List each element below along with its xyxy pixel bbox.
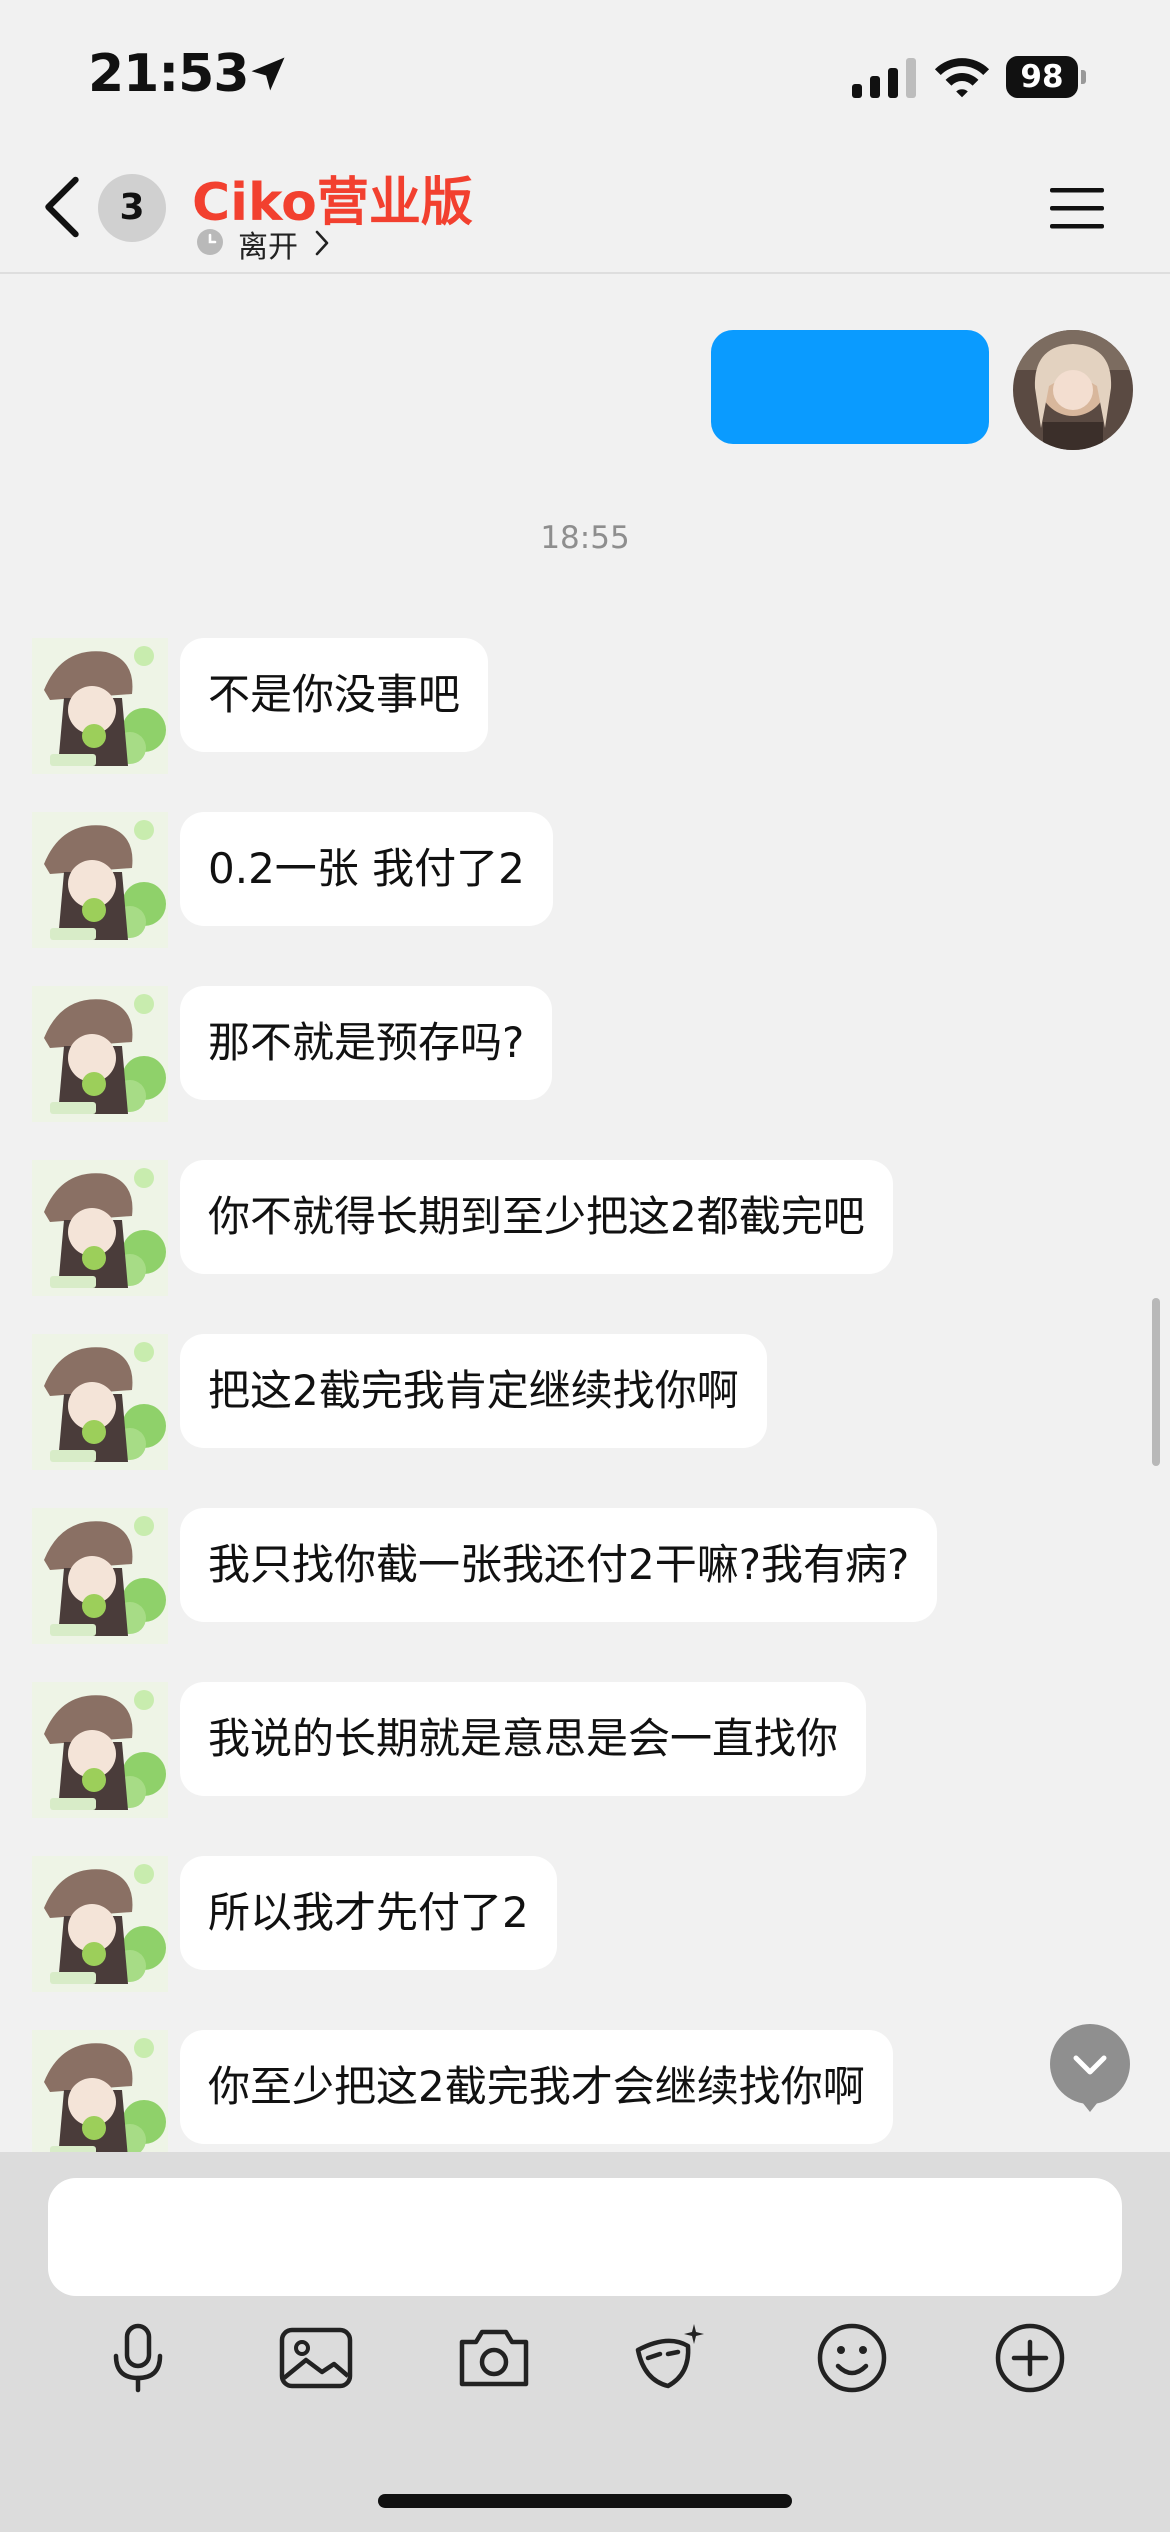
wifi-icon <box>934 58 990 98</box>
signal-icon <box>852 58 916 98</box>
status-time: 21:53 <box>88 44 250 104</box>
contact-avatar[interactable] <box>32 812 168 948</box>
message-input[interactable] <box>48 2178 1122 2296</box>
my-avatar-image <box>1013 330 1133 450</box>
presence-status-label: 离开 <box>238 230 298 265</box>
received-message-row: 我说的长期就是意思是会一直找你 <box>0 1682 1170 1818</box>
clock-icon <box>197 229 223 255</box>
message-bubble[interactable]: 不是你没事吧 <box>180 638 489 752</box>
message-bubble[interactable]: 0.2一张 我付了2 <box>180 812 553 926</box>
contact-avatar-image <box>32 986 168 1122</box>
message-bubble[interactable]: 那不就是预存吗? <box>180 986 553 1100</box>
emoji-icon[interactable] <box>814 2320 890 2396</box>
contact-avatar-image <box>32 2030 168 2166</box>
chat-timestamp: 18:55 <box>540 520 630 556</box>
status-bar: 21:53 98 <box>0 0 1170 150</box>
received-message-row: 不是你没事吧 <box>0 638 1170 774</box>
contact-avatar[interactable] <box>32 1682 168 1818</box>
message-bubble[interactable]: 我只找你截一张我还付2干嘛?我有病? <box>180 1508 938 1622</box>
plus-icon[interactable] <box>992 2320 1068 2396</box>
contact-avatar-image <box>32 812 168 948</box>
received-message-row: 把这2截完我肯定继续找你啊 <box>0 1334 1170 1470</box>
image-icon[interactable] <box>278 2320 354 2396</box>
my-avatar[interactable] <box>1013 330 1133 450</box>
received-message-row: 你不就得长期到至少把这2都截完吧 <box>0 1160 1170 1296</box>
battery-level: 98 <box>1006 56 1078 98</box>
unread-count-badge[interactable]: 3 <box>98 174 166 242</box>
menu-icon[interactable] <box>1050 186 1104 230</box>
contact-avatar-image <box>32 1508 168 1644</box>
composer-area <box>0 2152 1170 2532</box>
contact-avatar-image <box>32 1160 168 1296</box>
received-message-row: 所以我才先付了2 <box>0 1856 1170 1992</box>
home-indicator[interactable] <box>378 2494 792 2508</box>
contact-avatar[interactable] <box>32 2030 168 2166</box>
chat-header: 3 Ciko营业版 离开 <box>0 150 1170 274</box>
received-message-row: 那不就是预存吗? <box>0 986 1170 1122</box>
message-bubble[interactable]: 把这2截完我肯定继续找你啊 <box>180 1334 767 1448</box>
message-bubble[interactable]: 我说的长期就是意思是会一直找你 <box>180 1682 867 1796</box>
scrollbar[interactable] <box>1152 1298 1160 1466</box>
battery-indicator: 98 <box>1006 56 1086 98</box>
scroll-down-icon[interactable] <box>1050 2024 1130 2112</box>
contact-avatar-image <box>32 1334 168 1470</box>
message-bubble[interactable]: 你不就得长期到至少把这2都截完吧 <box>180 1160 893 1274</box>
location-arrow-icon <box>251 57 285 91</box>
message-bubble[interactable]: 所以我才先付了2 <box>180 1856 557 1970</box>
contact-avatar[interactable] <box>32 638 168 774</box>
mask-effect-icon[interactable] <box>632 2320 708 2396</box>
received-message-row: 我只找你截一张我还付2干嘛?我有病? <box>0 1508 1170 1644</box>
microphone-icon[interactable] <box>100 2320 176 2396</box>
camera-icon[interactable] <box>456 2320 532 2396</box>
chat-title[interactable]: Ciko营业版 <box>192 160 473 235</box>
chevron-right-icon <box>315 230 329 256</box>
received-message-row: 0.2一张 我付了2 <box>0 812 1170 948</box>
contact-avatar-image <box>32 1682 168 1818</box>
received-message-row: 你至少把这2截完我才会继续找你啊 <box>0 2030 1170 2166</box>
battery-tip <box>1081 70 1086 84</box>
contact-avatar[interactable] <box>32 1160 168 1296</box>
contact-avatar[interactable] <box>32 1334 168 1470</box>
contact-avatar-image <box>32 1856 168 1992</box>
message-bubble[interactable]: 你至少把这2截完我才会继续找你啊 <box>180 2030 893 2144</box>
contact-avatar[interactable] <box>32 1856 168 1992</box>
contact-avatar-image <box>32 638 168 774</box>
contact-avatar[interactable] <box>32 986 168 1122</box>
back-chevron-icon[interactable] <box>40 174 84 240</box>
contact-avatar[interactable] <box>32 1508 168 1644</box>
sent-message-bubble[interactable] <box>711 330 989 444</box>
